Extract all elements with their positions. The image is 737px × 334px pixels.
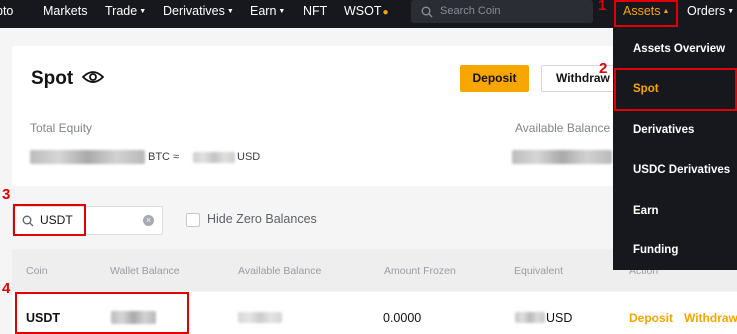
clear-icon[interactable]: × — [143, 215, 154, 226]
blurred-total-usd — [193, 152, 235, 163]
row-deposit-link[interactable]: Deposit — [629, 311, 673, 325]
usd-unit-label: USD — [237, 151, 261, 163]
nav-earn-label: Earn — [250, 4, 277, 18]
menu-item-funding[interactable]: Funding — [633, 244, 678, 256]
nav-trade-label: Trade — [105, 4, 138, 18]
row-withdraw-link[interactable]: Withdraw — [684, 311, 737, 325]
caret-down-icon: ▼ — [139, 8, 147, 15]
annotation-number-1: 1 — [598, 0, 607, 14]
nav-item-crypto[interactable]: pto — [0, 0, 13, 28]
annotation-box-2 — [614, 68, 737, 111]
total-equity-label: Total Equity — [30, 121, 93, 135]
nav-item-earn[interactable]: Earn ▼ — [250, 0, 285, 28]
nav-item-orders[interactable]: Orders ▼ — [687, 0, 734, 28]
eye-icon[interactable] — [82, 70, 104, 84]
col-wallet-balance: Wallet Balance — [110, 265, 180, 277]
annotation-number-3: 3 — [2, 186, 11, 203]
assets-dropdown-menu: Assets Overview Spot Derivatives USDC De… — [613, 28, 737, 270]
blurred-total-btc — [30, 150, 145, 164]
col-coin: Coin — [26, 265, 48, 277]
col-available-balance: Available Balance — [238, 265, 322, 277]
search-coin-input[interactable]: Search Coin — [411, 0, 593, 23]
annotation-number-2: 2 — [599, 60, 608, 77]
annotation-box-3 — [13, 204, 86, 236]
nav-wsot-label: WSOT — [344, 4, 382, 18]
blurred-available-balance — [512, 150, 612, 164]
annotation-box-4 — [15, 292, 189, 334]
menu-item-derivatives[interactable]: Derivatives — [633, 124, 694, 136]
hide-zero-label: Hide Zero Balances — [207, 212, 317, 226]
nav-item-markets[interactable]: Markets — [43, 0, 87, 28]
hide-zero-checkbox[interactable] — [186, 213, 200, 227]
caret-down-icon: ▼ — [727, 8, 735, 15]
annotation-box-1 — [614, 0, 678, 27]
nav-item-wsot[interactable]: WSOT● — [344, 0, 389, 28]
nav-orders-label: Orders — [687, 4, 726, 18]
row-equivalent-unit: USD — [546, 311, 573, 325]
nav-item-nft[interactable]: NFT — [303, 0, 327, 28]
available-balance-label: Available Balance — [515, 121, 611, 135]
menu-item-usdc-derivatives[interactable]: USDC Derivatives — [633, 164, 730, 176]
nav-derivatives-label: Derivatives — [163, 4, 225, 18]
page-title: Spot — [31, 68, 74, 89]
col-equivalent: Equivalent — [514, 265, 564, 277]
row-amount-frozen: 0.0000 — [383, 311, 422, 325]
blurred-equivalent — [515, 312, 545, 323]
col-amount-frozen: Amount Frozen — [384, 265, 456, 277]
withdraw-button[interactable]: Withdraw — [541, 65, 621, 92]
caret-down-icon: ▼ — [226, 8, 234, 15]
spot-summary-card: Spot Deposit Withdraw Total Equity Avail… — [12, 46, 662, 186]
menu-item-earn[interactable]: Earn — [633, 205, 659, 217]
nav-item-derivatives[interactable]: Derivatives ▼ — [163, 0, 234, 28]
search-icon — [421, 6, 433, 18]
menu-item-assets-overview[interactable]: Assets Overview — [633, 43, 725, 55]
deposit-button[interactable]: Deposit — [460, 65, 529, 92]
search-placeholder: Search Coin — [440, 5, 501, 17]
caret-down-icon: ▼ — [278, 8, 286, 15]
btc-unit-label: BTC ≈ — [148, 151, 180, 163]
annotation-number-4: 4 — [2, 280, 11, 297]
nav-item-trade[interactable]: Trade ▼ — [105, 0, 146, 28]
blurred-available-balance-row — [238, 312, 282, 323]
flame-icon: ● — [382, 7, 389, 18]
